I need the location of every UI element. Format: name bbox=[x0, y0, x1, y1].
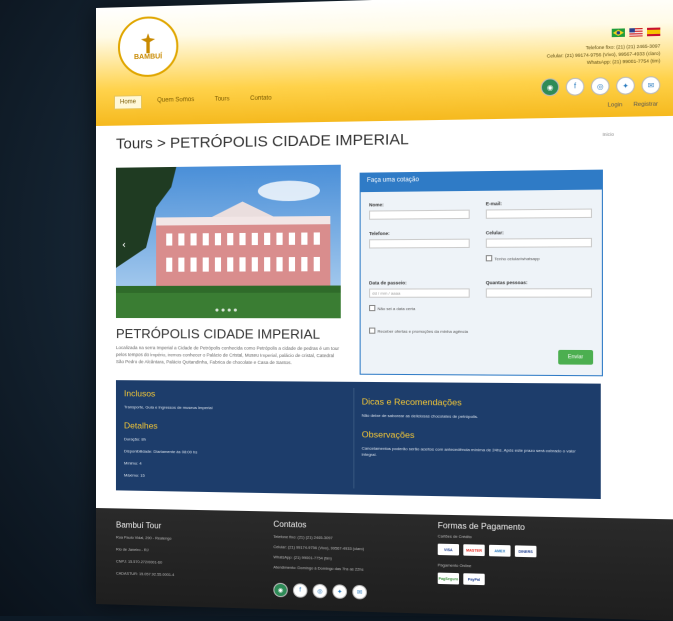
quote-form: Faça uma cotação Nome: E-mail: Telefone:… bbox=[359, 169, 603, 377]
twitter-icon[interactable]: ✦ bbox=[616, 76, 635, 95]
footer-whatsapp: WhatsApp: (21) 99001-7754 (tim) bbox=[273, 555, 332, 561]
duration: Duração: 8h bbox=[123, 436, 146, 442]
detalhes-title: Detalhes bbox=[123, 420, 158, 431]
paypal-logo: PayPal bbox=[463, 573, 485, 586]
register-link[interactable]: Registrar bbox=[633, 101, 658, 108]
phone-input[interactable] bbox=[369, 238, 470, 249]
inclusos-title: Inclusos bbox=[123, 388, 156, 399]
quote-form-header: Faça uma cotação bbox=[360, 170, 602, 193]
minimum: Mínimo: 4 bbox=[123, 460, 142, 466]
footer-address: Rua Paulo Vidal, 290 - Realengo bbox=[115, 535, 172, 541]
nav-quem-somos[interactable]: Quem Somos bbox=[152, 94, 199, 109]
diners-logo: DINERS bbox=[514, 545, 537, 558]
tour-name: PETRÓPOLIS CIDADE IMPERIAL bbox=[115, 326, 321, 342]
dicas-title: Dicas e Recomendações bbox=[361, 396, 462, 408]
breadcrumb[interactable]: Inicio bbox=[602, 132, 614, 137]
date-unknown-label: Não sei a data certa bbox=[377, 305, 416, 311]
online-payment-logos: PagSeguro PayPal bbox=[437, 572, 485, 586]
inclusos-text: Transporte, Guia e Ingressos de museus I… bbox=[123, 404, 213, 411]
whatsapp-checkbox-label: Tenho celular/whatsapp bbox=[494, 255, 540, 261]
offers-checkbox-label: Receber ofertas e promoções da minha agê… bbox=[377, 328, 469, 334]
site-logo[interactable]: BAMBUÍ bbox=[117, 15, 179, 78]
mobile-label: Celular: bbox=[485, 230, 504, 236]
tripadvisor-icon[interactable]: ◉ bbox=[273, 582, 288, 598]
svg-text:‹: ‹ bbox=[122, 240, 126, 251]
nav-contato[interactable]: Contato bbox=[245, 92, 277, 107]
site-footer: Bambuí Tour Rua Paulo Vidal, 290 - Reale… bbox=[96, 508, 673, 621]
footer-hours: Atendimento: Domingo à Domingo das 7hs a… bbox=[273, 565, 364, 572]
webpage: BAMBUÍ Telefone fixo: (21) (21) 2465-309… bbox=[96, 0, 673, 621]
christ-statue-icon bbox=[141, 33, 155, 53]
es-flag[interactable] bbox=[647, 27, 661, 37]
instagram-icon[interactable]: ◎ bbox=[590, 77, 610, 96]
dicas-text: Não deixe de saborear as deliciosas choc… bbox=[361, 412, 479, 420]
tour-info-panel: Inclusos Transporte, Guia e Ingressos de… bbox=[115, 380, 601, 500]
facebook-icon[interactable]: f bbox=[292, 583, 308, 598]
site-header: BAMBUÍ Telefone fixo: (21) (21) 2465-309… bbox=[96, 0, 673, 126]
date-input[interactable]: dd / mm / aaaa bbox=[369, 288, 470, 298]
people-label: Quantas pessoas: bbox=[485, 279, 528, 286]
name-label: Nome: bbox=[369, 202, 384, 208]
payment-cards-label: Cartões de Crédito bbox=[437, 534, 472, 540]
logo-text: BAMBUÍ bbox=[133, 52, 163, 61]
visa-logo: VISA bbox=[437, 543, 460, 556]
info-divider bbox=[353, 388, 355, 489]
footer-cadastur: CADASTUR: 15.057.92.55.0001-4 bbox=[115, 571, 175, 578]
observacoes-title: Observações bbox=[361, 429, 415, 441]
social-links: ◉ f ◎ ✦ ✉ bbox=[540, 76, 661, 97]
maximum: Máximo: 15 bbox=[123, 472, 145, 478]
date-label: Data de passeio: bbox=[369, 280, 407, 286]
email-input[interactable] bbox=[485, 208, 593, 219]
tour-description: Localizada na serra Imperial a Cidade de… bbox=[115, 345, 340, 366]
user-links: Login Registrar bbox=[608, 101, 658, 108]
header-contact: Telefone fixo: (21) (21) 2465-3097 Celul… bbox=[454, 42, 661, 69]
date-unknown-checkbox[interactable]: Não sei a data certa bbox=[369, 304, 416, 312]
language-switcher bbox=[611, 27, 661, 38]
footer-payment-title: Formas de Pagamento bbox=[437, 520, 525, 533]
offers-checkbox[interactable]: Receber ofertas e promoções da minha agê… bbox=[369, 327, 469, 334]
presentation-background: BAMBUÍ Telefone fixo: (21) (21) 2465-309… bbox=[0, 0, 673, 621]
footer-phone: Telefone fixo: (21) (21) 2465-3097 bbox=[273, 534, 333, 541]
whatsapp-checkbox[interactable]: Tenho celular/whatsapp bbox=[485, 255, 540, 262]
amex-logo: AMEX bbox=[489, 544, 511, 557]
footer-mobile: Celular: (21) 99174-9756 (Vivo), 99567-4… bbox=[273, 545, 365, 552]
tripadvisor-icon[interactable]: ◉ bbox=[540, 78, 560, 97]
br-flag[interactable] bbox=[611, 28, 625, 38]
email-label: E-mail: bbox=[485, 201, 502, 207]
us-flag[interactable] bbox=[629, 27, 643, 37]
nav-tours[interactable]: Tours bbox=[210, 93, 235, 108]
footer-company-title: Bambuí Tour bbox=[115, 520, 162, 531]
name-input[interactable] bbox=[369, 209, 470, 220]
main-nav: Home Quem Somos Tours Contato bbox=[113, 92, 277, 110]
people-input[interactable] bbox=[485, 288, 593, 298]
tour-photo[interactable]: ‹ bbox=[115, 164, 341, 319]
nav-home[interactable]: Home bbox=[113, 95, 143, 110]
footer-cnpj: CNPJ: 15.570.272/0001-60 bbox=[115, 559, 163, 565]
pagseguro-logo: PagSeguro bbox=[437, 572, 460, 585]
page-title: Tours > PETRÓPOLIS CIDADE IMPERIAL bbox=[115, 130, 409, 153]
send-button[interactable]: Enviar bbox=[558, 349, 594, 365]
facebook-icon[interactable]: f bbox=[565, 77, 585, 96]
instagram-icon[interactable]: ◎ bbox=[312, 583, 328, 599]
observacoes-text: Cancelamentos poderão serão aceitos com … bbox=[361, 445, 576, 458]
availability: Disponibilidade: Diariamente às 08:00 hs bbox=[123, 448, 198, 455]
twitter-icon[interactable]: ✦ bbox=[332, 584, 348, 599]
phone-label: Telefone: bbox=[369, 230, 390, 237]
email-icon[interactable]: ✉ bbox=[352, 584, 367, 600]
footer-city: Rio de Janeiro - RJ bbox=[115, 547, 149, 553]
mastercard-logo: MASTER bbox=[463, 544, 485, 557]
footer-contacts-title: Contatos bbox=[273, 519, 307, 530]
login-link[interactable]: Login bbox=[608, 102, 623, 109]
footer-social-links: ◉ f ◎ ✦ ✉ bbox=[273, 582, 367, 600]
email-icon[interactable]: ✉ bbox=[641, 76, 661, 95]
mobile-input[interactable] bbox=[485, 237, 593, 248]
card-logos: VISA MASTER AMEX DINERS bbox=[437, 543, 537, 558]
payment-online-label: Pagamento Online bbox=[437, 563, 472, 569]
